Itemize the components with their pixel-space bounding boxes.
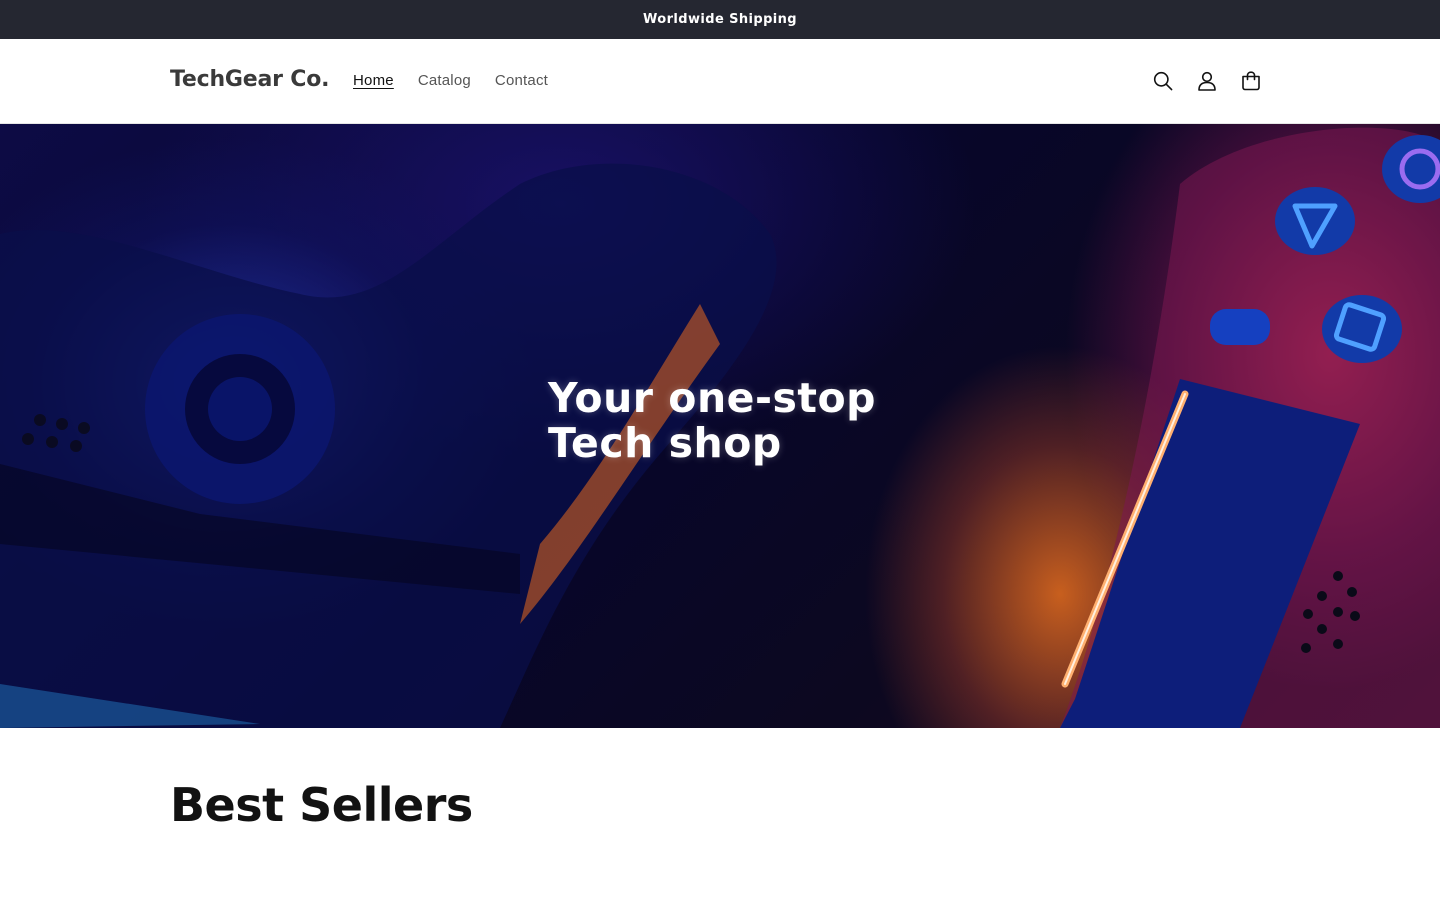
announcement-bar: Worldwide Shipping bbox=[0, 0, 1440, 39]
search-icon bbox=[1153, 71, 1173, 91]
nav-link-catalog[interactable]: Catalog bbox=[418, 72, 471, 89]
hero-heading-line-1: Your one-stop bbox=[548, 374, 876, 422]
search-button[interactable] bbox=[1141, 66, 1185, 96]
account-icon bbox=[1198, 71, 1216, 91]
hero-heading-line-2: Tech shop bbox=[548, 419, 782, 467]
site-header: TechGear Co. Home Catalog Contact bbox=[0, 39, 1440, 124]
cart-icon bbox=[1242, 71, 1260, 91]
announcement-text: Worldwide Shipping bbox=[643, 12, 797, 27]
hero-heading: Your one-stop Tech shop bbox=[548, 376, 876, 466]
best-sellers-heading: Best Sellers bbox=[170, 778, 473, 832]
header-icons bbox=[1141, 66, 1273, 96]
nav-link-contact[interactable]: Contact bbox=[495, 72, 548, 89]
hero-banner: Your one-stop Tech shop bbox=[0, 124, 1440, 728]
main-nav: Home Catalog Contact bbox=[353, 72, 572, 89]
cart-button[interactable] bbox=[1229, 66, 1273, 96]
account-button[interactable] bbox=[1185, 66, 1229, 96]
nav-link-home[interactable]: Home bbox=[353, 72, 394, 89]
store-logo[interactable]: TechGear Co. bbox=[170, 67, 329, 92]
